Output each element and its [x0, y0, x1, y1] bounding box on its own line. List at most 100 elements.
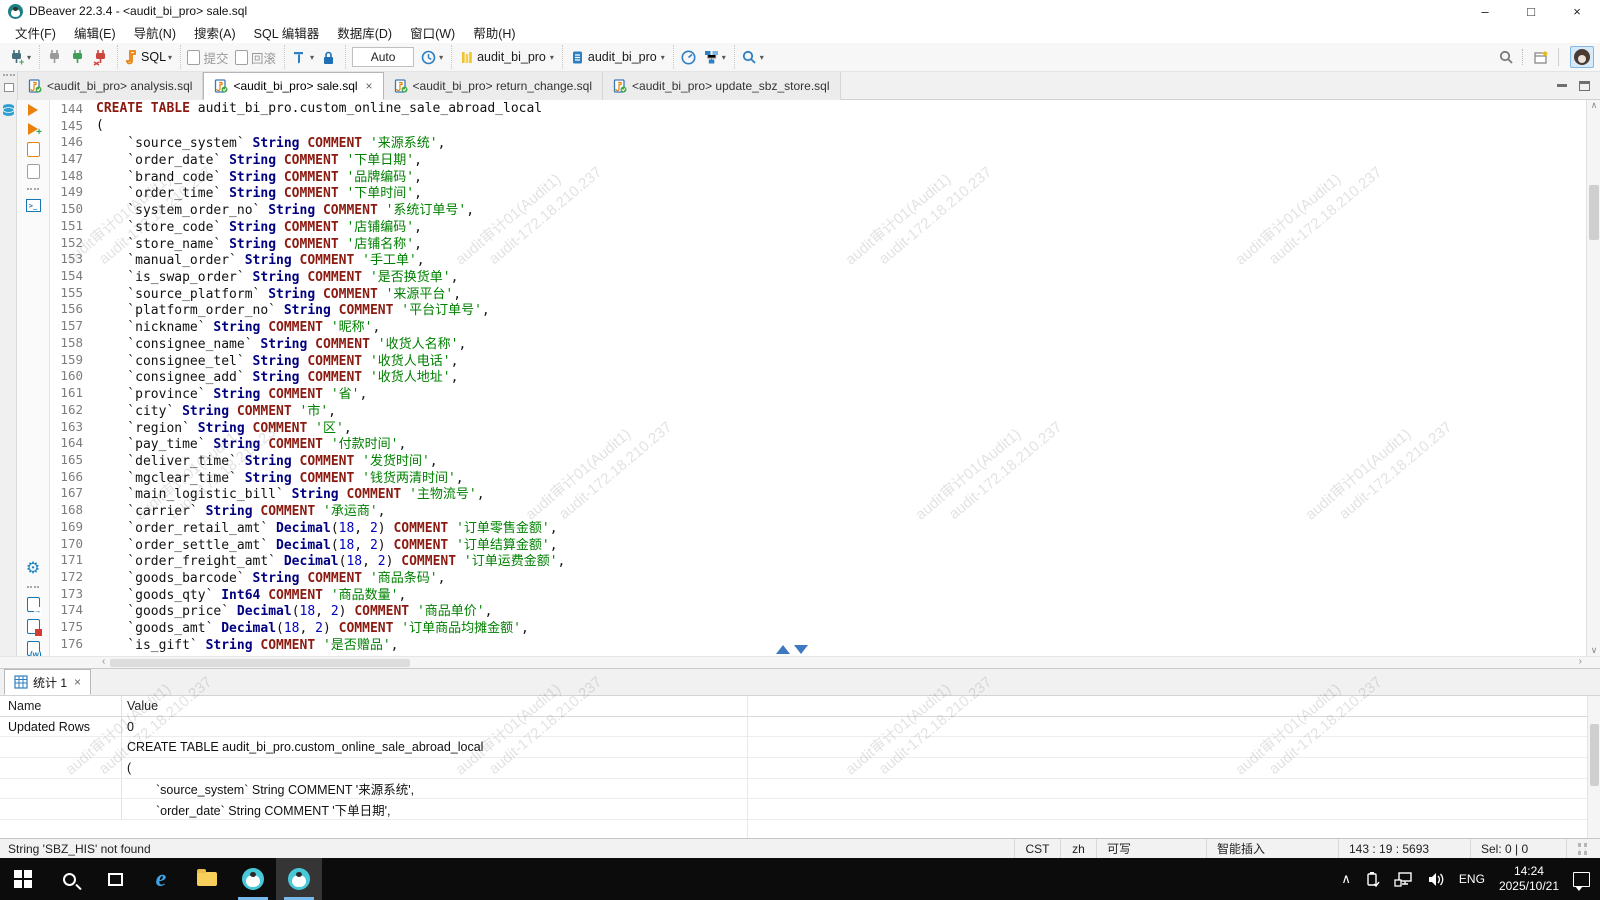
line-number: 164	[50, 435, 96, 450]
script-preview-button[interactable]	[27, 164, 40, 179]
table-row[interactable]: Updated Rows0	[0, 717, 1600, 738]
menu-item-5[interactable]: 数据库(D)	[328, 21, 401, 44]
panel-scrollbar[interactable]	[1587, 696, 1600, 839]
table-row[interactable]: `source_system` String COMMENT '来源系统',	[0, 779, 1600, 800]
timezone-indicator[interactable]: CST	[1014, 839, 1060, 858]
caret-position-indicator[interactable]: 143 : 19 : 5693	[1338, 839, 1470, 858]
grip-handle[interactable]	[3, 74, 15, 78]
connection-selector[interactable]: audit_bi_pro ▾	[455, 46, 557, 68]
menu-item-2[interactable]: 导航(N)	[125, 21, 185, 44]
panel-sash-control[interactable]	[776, 645, 808, 654]
table-row[interactable]: `order_date` String COMMENT '下单日期',	[0, 799, 1600, 820]
maximize-view-button[interactable]	[1579, 81, 1590, 91]
autocommit-select[interactable]: Auto	[352, 47, 414, 67]
transaction-log-button[interactable]: ▾	[288, 46, 317, 68]
dbeaver-taskbar-button[interactable]	[230, 858, 276, 900]
execute-script-button[interactable]	[27, 142, 40, 157]
execute-new-tab-button[interactable]: +	[28, 123, 38, 135]
taskbar-search-button[interactable]	[46, 858, 92, 900]
code-line: 158 `consignee_name` String COMMENT '收货人…	[50, 334, 1586, 351]
editor-settings-button[interactable]: ⚙	[26, 561, 40, 577]
task-view-button[interactable]	[92, 858, 138, 900]
action-center-icon[interactable]	[1573, 872, 1590, 887]
sql-code-editor[interactable]: 144CREATE TABLE audit_bi_pro.custom_onli…	[50, 100, 1586, 656]
editor-horizontal-scrollbar[interactable]: ‹ ›	[0, 656, 1600, 668]
close-tab-icon[interactable]: ×	[74, 676, 81, 688]
menu-item-7[interactable]: 帮助(H)	[464, 21, 524, 44]
scroll-left-arrow[interactable]: ‹	[102, 656, 105, 667]
sash-down-icon[interactable]	[794, 645, 808, 654]
explain-plan-button[interactable]: ▾	[700, 46, 729, 68]
dbeaver-taskbar-button-active[interactable]	[276, 858, 322, 900]
restore-view-button[interactable]	[4, 83, 14, 92]
menu-item-0[interactable]: 文件(F)	[6, 21, 65, 44]
insert-mode-indicator[interactable]: 智能插入	[1206, 839, 1338, 858]
menu-item-3[interactable]: 搜索(A)	[185, 21, 245, 44]
dashboard-button[interactable]	[677, 46, 700, 68]
internet-explorer-button[interactable]: e	[138, 858, 184, 900]
menu-item-4[interactable]: SQL 编辑器	[245, 21, 329, 44]
table-row[interactable]: CREATE TABLE audit_bi_pro.custom_online_…	[0, 737, 1600, 758]
line-number: 165	[50, 452, 96, 467]
connect-button[interactable]	[43, 46, 66, 68]
scrollbar-thumb[interactable]	[1590, 724, 1599, 786]
volume-tray-icon[interactable]	[1427, 872, 1445, 887]
taskbar-clock[interactable]: 14:24 2025/10/21	[1499, 864, 1559, 894]
editor-vertical-scrollbar[interactable]: ∧ ∨	[1586, 100, 1600, 656]
table-row[interactable]: (	[0, 758, 1600, 779]
rollback-button[interactable]: 回滚	[232, 46, 280, 68]
sash-up-icon[interactable]	[776, 645, 790, 654]
new-connection-button[interactable]: + ▾	[5, 46, 34, 68]
editor-tab-1[interactable]: <audit_bi_pro> sale.sql×	[203, 72, 383, 100]
open-perspective-button[interactable]	[1530, 46, 1553, 68]
writable-indicator[interactable]: 可写	[1096, 839, 1206, 858]
input-language-indicator[interactable]: ENG	[1459, 872, 1485, 886]
line-number: 163	[50, 419, 96, 434]
database-navigator-icon[interactable]	[1, 103, 16, 118]
locale-indicator[interactable]: zh	[1060, 839, 1096, 858]
line-number: 156	[50, 301, 96, 316]
perspective-icon	[1533, 49, 1550, 66]
scroll-right-arrow[interactable]: ›	[1579, 656, 1582, 667]
menu-item-1[interactable]: 编辑(E)	[65, 21, 125, 44]
usb-tray-icon[interactable]	[1365, 871, 1380, 888]
file-explorer-button[interactable]	[184, 858, 230, 900]
editor-tab-2[interactable]: <audit_bi_pro> return_change.sql	[384, 72, 603, 100]
sql-editor-button[interactable]: SQL ▾	[121, 46, 175, 68]
window-maximize-button[interactable]: □	[1508, 0, 1554, 22]
error-log-button[interactable]	[27, 619, 40, 634]
network-tray-icon[interactable]	[1394, 872, 1413, 887]
line-number: 146	[50, 134, 96, 149]
editor-tab-0[interactable]: <audit_bi_pro> analysis.sql	[18, 72, 203, 100]
window-minimize-button[interactable]: –	[1462, 0, 1508, 22]
quick-access-search-button[interactable]	[1495, 46, 1518, 68]
statistics-tab[interactable]: 统计 1 ×	[4, 669, 91, 695]
plan-diagram-icon	[703, 49, 720, 66]
close-tab-icon[interactable]: ×	[366, 80, 373, 92]
lock-button[interactable]	[317, 46, 340, 68]
export-result-button[interactable]: →	[27, 597, 40, 612]
export-file-icon: →	[27, 597, 40, 612]
start-button[interactable]	[0, 858, 46, 900]
scrollbar-thumb[interactable]	[1589, 185, 1599, 240]
execute-statement-button[interactable]	[28, 104, 38, 116]
menu-item-6[interactable]: 窗口(W)	[401, 21, 464, 44]
minimize-view-button[interactable]	[1557, 84, 1567, 87]
scroll-up-arrow[interactable]: ∧	[1587, 100, 1600, 111]
editor-tab-3[interactable]: <audit_bi_pro> update_sbz_store.sql	[603, 72, 840, 100]
invalidate-reconnect-button[interactable]	[66, 46, 89, 68]
open-terminal-button[interactable]: >_	[26, 199, 41, 212]
word-wrap-button[interactable]: (w)	[27, 641, 40, 656]
dbeaver-perspective-button[interactable]	[1570, 46, 1594, 68]
search-metadata-button[interactable]: ▾	[738, 46, 767, 68]
scrollbar-thumb[interactable]	[110, 659, 410, 667]
disconnect-button[interactable]	[89, 46, 112, 68]
tray-expand-chevron[interactable]: ∧	[1341, 871, 1351, 887]
schema-selector[interactable]: audit_bi_pro ▾	[566, 46, 668, 68]
scroll-down-arrow[interactable]: ∨	[1587, 645, 1600, 656]
commit-button[interactable]: 提交	[184, 46, 232, 68]
selection-indicator[interactable]: Sel: 0 | 0	[1470, 839, 1566, 858]
line-number: 173	[50, 586, 96, 601]
transaction-history-button[interactable]: ▾	[417, 46, 446, 68]
window-close-button[interactable]: ×	[1554, 0, 1600, 22]
